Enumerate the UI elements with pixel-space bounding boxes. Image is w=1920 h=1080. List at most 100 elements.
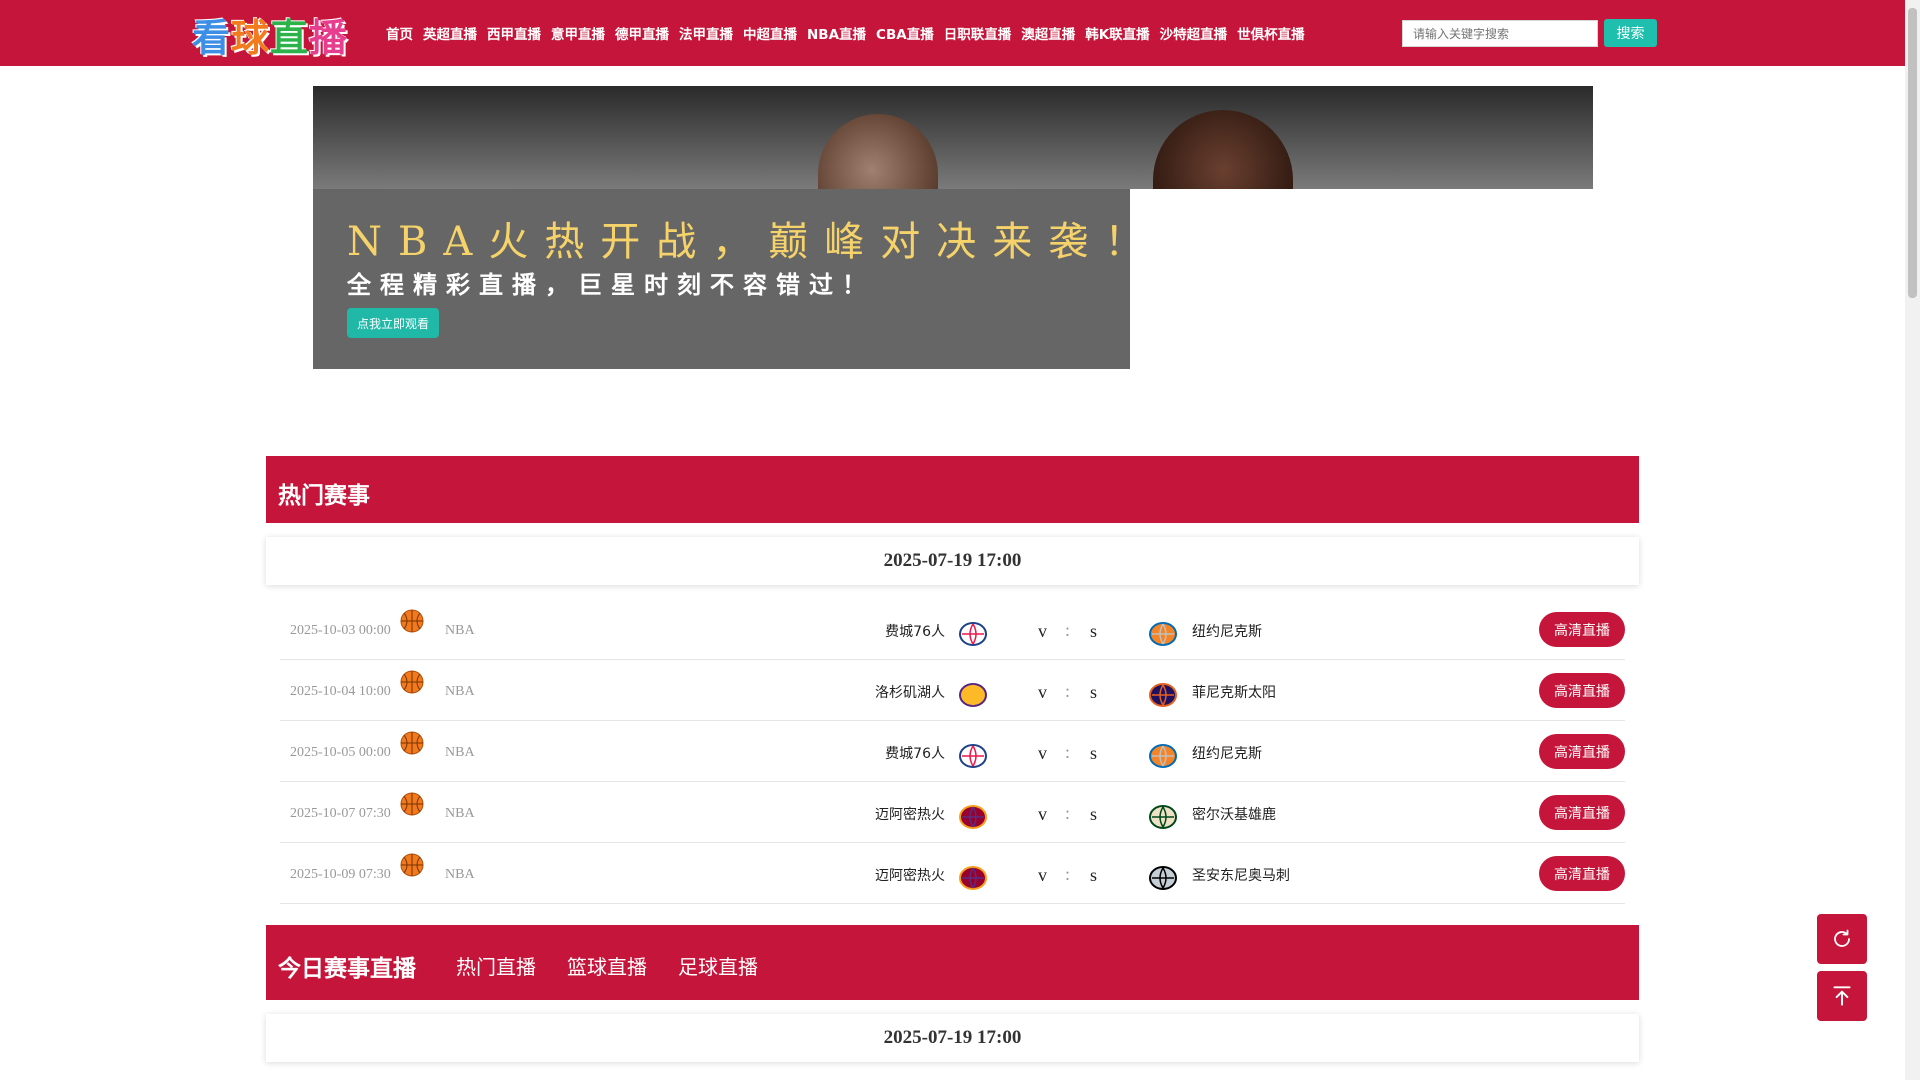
score-home: v: [1038, 682, 1047, 702]
player-photo-left: [818, 114, 938, 189]
promo-subtitle: 全程精彩直播，巨星时刻不容错过！: [347, 271, 875, 299]
match-row: 2025-10-09 07:30 NBA 迈阿密热火 v: s 圣安东尼奥马刺 高清直播: [280, 843, 1625, 904]
nav-link[interactable]: 西甲直播: [487, 23, 541, 43]
site-logo-text: 看球直播: [192, 7, 348, 62]
hd-live-button[interactable]: 高清直播: [1539, 734, 1625, 769]
hot-date-card: 2025-07-19 17:00: [266, 537, 1639, 585]
nav-link[interactable]: 韩K联直播: [1085, 23, 1149, 43]
match-time: 2025-10-07 07:30: [290, 806, 391, 821]
match-row: 2025-10-03 00:00 NBA 费城76人 v: s 纽约尼克斯 高清直播: [280, 599, 1625, 660]
score-away: s: [1090, 621, 1098, 641]
nav-link[interactable]: 世俱杯直播: [1237, 23, 1305, 43]
score-away: s: [1090, 682, 1098, 702]
home-team: 费城76人: [885, 746, 945, 762]
score-home: v: [1038, 804, 1047, 824]
main-nav: 首页 英超直播 西甲直播 意甲直播 德甲直播 法甲直播 中超直播 NBA直播 CBA直播 日职联直…: [386, 0, 1315, 66]
search-input[interactable]: [1402, 20, 1598, 47]
today-tab[interactable]: 篮球直播: [567, 951, 647, 980]
nav-link[interactable]: 日职联直播: [944, 23, 1012, 43]
score-separator: :: [1065, 620, 1071, 640]
away-team: 圣安东尼奥马刺: [1192, 868, 1290, 884]
watch-now-button[interactable]: 点我立即观看: [347, 308, 439, 338]
away-team-logo-icon: [1148, 865, 1178, 891]
match-time: 2025-10-03 00:00: [290, 623, 391, 638]
basketball-icon: [400, 670, 424, 694]
match-league: NBA: [445, 623, 475, 638]
nav-link[interactable]: 法甲直播: [679, 23, 733, 43]
nav-link[interactable]: 首页: [386, 23, 413, 43]
search-button[interactable]: 搜索: [1604, 19, 1657, 47]
match-league: NBA: [445, 684, 475, 699]
home-team: 迈阿密热火: [875, 807, 945, 823]
away-team: 菲尼克斯太阳: [1192, 685, 1276, 701]
home-team-logo-icon: [958, 865, 988, 891]
basketball-icon: [400, 731, 424, 755]
nav-link[interactable]: 英超直播: [423, 23, 477, 43]
hot-section-title: 热门赛事: [278, 483, 370, 509]
score-home: v: [1038, 621, 1047, 641]
match-league: NBA: [445, 867, 475, 882]
today-section-title: 今日赛事直播: [278, 956, 416, 982]
away-team-logo-icon: [1148, 743, 1178, 769]
score-away: s: [1090, 804, 1098, 824]
hd-live-button[interactable]: 高清直播: [1539, 795, 1625, 830]
basketball-icon: [400, 609, 424, 633]
match-time: 2025-10-05 00:00: [290, 745, 391, 760]
today-section-header: 今日赛事直播 热门直播 篮球直播 足球直播: [266, 925, 1639, 1000]
score-separator: :: [1065, 681, 1071, 701]
logo-char: 球: [231, 15, 271, 60]
nav-link[interactable]: 德甲直播: [615, 23, 669, 43]
nav-link[interactable]: 澳超直播: [1021, 23, 1075, 43]
hd-live-button[interactable]: 高清直播: [1539, 673, 1625, 708]
nav-link[interactable]: NBA直播: [807, 23, 866, 43]
away-team-logo-icon: [1148, 804, 1178, 830]
home-team: 费城76人: [885, 624, 945, 640]
logo-char: 看: [192, 15, 232, 60]
top-navbar: 看球直播 首页 英超直播 西甲直播 意甲直播 德甲直播 法甲直播 中超直播 NBA直播 CBA直…: [0, 0, 1905, 66]
today-tab[interactable]: 热门直播: [456, 951, 536, 980]
match-time: 2025-10-04 10:00: [290, 684, 391, 699]
away-team: 纽约尼克斯: [1192, 746, 1262, 762]
score-separator: :: [1065, 742, 1071, 762]
today-date-card: 2025-07-19 17:00: [266, 1014, 1639, 1062]
page-scrollbar[interactable]: [1905, 0, 1920, 1080]
away-team: 纽约尼克斯: [1192, 624, 1262, 640]
basketball-icon: [400, 853, 424, 877]
away-team-logo-icon: [1148, 682, 1178, 708]
logo-char: 直: [270, 15, 310, 60]
home-team: 洛杉矶湖人: [875, 685, 945, 701]
match-league: NBA: [445, 745, 475, 760]
hd-live-button[interactable]: 高清直播: [1539, 856, 1625, 891]
match-row: 2025-10-05 00:00 NBA 费城76人 v: s 纽约尼克斯 高清直播: [280, 721, 1625, 782]
today-tab[interactable]: 足球直播: [678, 951, 758, 980]
match-row: 2025-10-07 07:30 NBA 迈阿密热火 v: s 密尔沃基雄鹿 高清直播: [280, 782, 1625, 843]
scrollbar-thumb[interactable]: [1908, 8, 1917, 298]
refresh-icon: [1834, 929, 1850, 947]
away-team-logo-icon: [1148, 621, 1178, 647]
nav-link[interactable]: 中超直播: [743, 23, 797, 43]
nav-link[interactable]: 沙特超直播: [1160, 23, 1228, 43]
score-away: s: [1090, 865, 1098, 885]
home-team-logo-icon: [958, 804, 988, 830]
logo-char: 播: [309, 15, 349, 60]
score-separator: :: [1065, 803, 1071, 823]
match-league: NBA: [445, 806, 475, 821]
nav-link[interactable]: 意甲直播: [551, 23, 605, 43]
match-time: 2025-10-09 07:30: [290, 867, 391, 882]
home-team-logo-icon: [958, 743, 988, 769]
nav-link[interactable]: CBA直播: [876, 23, 934, 43]
player-photo-right: [1153, 110, 1293, 189]
hd-live-button[interactable]: 高清直播: [1539, 612, 1625, 647]
refresh-button[interactable]: [1817, 914, 1867, 964]
home-team-logo-icon: [958, 621, 988, 647]
arrow-up-icon: [1833, 986, 1851, 1006]
site-logo[interactable]: 看球直播: [192, 12, 372, 60]
score-home: v: [1038, 865, 1047, 885]
promo-panel: NBA火热开战，巅峰对决来袭！ 全程精彩直播，巨星时刻不容错过！ 点我立即观看: [313, 189, 1144, 369]
score-home: v: [1038, 743, 1047, 763]
home-team-logo-icon: [958, 682, 988, 708]
back-to-top-button[interactable]: [1817, 971, 1867, 1021]
away-team: 密尔沃基雄鹿: [1192, 807, 1276, 823]
score-away: s: [1090, 743, 1098, 763]
today-tabs: 热门直播 篮球直播 足球直播: [456, 951, 789, 980]
